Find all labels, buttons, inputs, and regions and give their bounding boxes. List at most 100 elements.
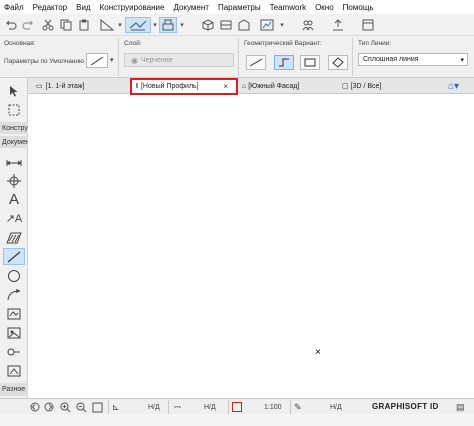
ruler-dropdown-icon[interactable]: ▾: [116, 17, 124, 33]
zoom-out-icon[interactable]: [76, 401, 87, 413]
line-type-dropdown-icon[interactable]: ▾: [460, 56, 464, 64]
fit-window-icon[interactable]: [92, 401, 103, 413]
publish-icon[interactable]: [330, 17, 346, 33]
menu-document[interactable]: Документ: [173, 3, 209, 12]
close-icon[interactable]: ×: [223, 82, 228, 91]
tab-new-profile[interactable]: I [Новый Профиль] ×: [130, 78, 238, 95]
paste-icon[interactable]: [76, 17, 92, 33]
layer-select[interactable]: ◉ Черчение: [124, 53, 234, 67]
redo-icon[interactable]: [20, 17, 36, 33]
divider: [290, 400, 291, 414]
layer-combination-icon[interactable]: [232, 402, 242, 412]
menu-design[interactable]: Конструирование: [100, 3, 165, 12]
fill-icon[interactable]: [3, 229, 25, 246]
elevation-icon[interactable]: [236, 17, 252, 33]
info-box: Основная: Параметры по Умолчанию ▾ Слой:…: [0, 36, 474, 78]
toolbox: Констру Докумен A ↗A Разное: [0, 78, 28, 398]
menu-window[interactable]: Окно: [315, 3, 334, 12]
section-marker-icon[interactable]: [3, 343, 25, 360]
divider: [118, 38, 119, 76]
toolbox-group-more[interactable]: Разное: [0, 383, 28, 396]
teamwork-icon[interactable]: [300, 17, 316, 33]
standard-toolbar: ▾ ▾ ▾ ▾: [0, 14, 474, 36]
geometry-single-line-button[interactable]: [246, 55, 266, 70]
scale-value[interactable]: 1:100: [264, 401, 282, 413]
zoom-next-icon[interactable]: [44, 401, 54, 413]
tab-3d-all[interactable]: ▢ [3D / Все]: [342, 79, 438, 93]
geometry-rectangle-button[interactable]: [300, 55, 320, 70]
navigator-icon[interactable]: ⌂▾: [448, 79, 472, 93]
geometry-label: Геометрический Вариант:: [244, 40, 322, 47]
stack-icon: ⎓: [174, 401, 182, 412]
angle-icon: ⊾: [112, 401, 120, 412]
tab-south-elevation[interactable]: ⌂ [Южный Фасад]: [242, 79, 338, 93]
params-dropdown-icon[interactable]: ▾: [110, 56, 114, 64]
divider: [228, 400, 229, 414]
marquee-icon[interactable]: [3, 101, 25, 118]
status-nd-1[interactable]: Н/Д: [148, 401, 160, 413]
default-params-label[interactable]: Параметры по Умолчанию: [4, 58, 84, 65]
tab-floor-plan-label: [1. 1-й этаж]: [45, 82, 85, 90]
snap-toggle-icon[interactable]: [125, 17, 151, 33]
status-nd-2[interactable]: Н/Д: [204, 401, 216, 413]
elevation-tab-icon: ⌂: [242, 82, 247, 90]
line-icon[interactable]: [3, 248, 25, 265]
menu-help[interactable]: Помощь: [343, 3, 374, 12]
toolbox-group-document[interactable]: Докумен: [0, 136, 28, 148]
line-tool-preview[interactable]: [86, 53, 108, 68]
menu-file[interactable]: Файл: [4, 3, 24, 12]
text-icon[interactable]: A: [3, 191, 25, 208]
copy-icon[interactable]: [58, 17, 74, 33]
status-nd-3[interactable]: Н/Д: [330, 401, 342, 413]
layer-visibility-icon: ◉: [131, 55, 138, 65]
layers-icon[interactable]: [159, 17, 177, 33]
toolbox-group-design[interactable]: Констру: [0, 122, 28, 134]
ruler-icon[interactable]: [98, 17, 116, 33]
account-icon[interactable]: ▤: [456, 401, 465, 413]
arc-icon[interactable]: [3, 267, 25, 284]
divider: [108, 400, 109, 414]
tab-south-elevation-label: [Южный Фасад]: [248, 82, 300, 90]
drawing-canvas[interactable]: ×: [29, 95, 474, 398]
worksheet-icon[interactable]: [3, 362, 25, 379]
layer-label: Слой:: [124, 40, 142, 47]
snap-dropdown-icon[interactable]: ▾: [151, 17, 159, 33]
status-bar: ⊾ Н/Д ⎓ Н/Д 1:100 ✎ Н/Д GRAPHISOFT ID ▤: [0, 398, 474, 414]
menu-teamwork[interactable]: Teamwork: [270, 3, 306, 12]
line-type-value: Сплошная линия: [363, 56, 419, 63]
undo-icon[interactable]: [3, 17, 19, 33]
render-icon[interactable]: [258, 17, 276, 33]
menu-options[interactable]: Параметры: [218, 3, 261, 12]
zoom-prev-icon[interactable]: [30, 401, 40, 413]
divider: [352, 38, 353, 76]
label-icon[interactable]: ↗A: [3, 210, 25, 227]
arrow-icon[interactable]: [3, 82, 25, 99]
profile-icon: I: [136, 83, 138, 90]
layers-dropdown-icon[interactable]: ▾: [178, 17, 186, 33]
cube-view-icon[interactable]: [200, 17, 216, 33]
level-dimension-icon[interactable]: [3, 172, 25, 189]
floor-plan-icon: ▭: [36, 83, 43, 90]
menu-edit[interactable]: Редактор: [33, 3, 67, 12]
render-dropdown-icon[interactable]: ▾: [278, 17, 286, 33]
tab-new-profile-label: [Новый Профиль]: [140, 83, 199, 90]
graphisoft-id[interactable]: GRAPHISOFT ID: [372, 402, 439, 411]
dimension-icon[interactable]: [3, 153, 25, 170]
polyline-icon[interactable]: [3, 286, 25, 303]
section-icon[interactable]: [218, 17, 234, 33]
window-icon[interactable]: [360, 17, 376, 33]
view-tab-bar: ▭ [1. 1-й этаж] I [Новый Профиль] × ⌂ [Ю…: [0, 78, 474, 95]
drawing-icon[interactable]: [3, 305, 25, 322]
zoom-in-icon[interactable]: [60, 401, 71, 413]
cursor-cross-icon: ×: [315, 347, 321, 358]
geometry-chained-button[interactable]: [274, 55, 294, 70]
line-type-select[interactable]: Сплошная линия ▾: [358, 53, 468, 66]
3d-tab-icon: ▢: [342, 83, 349, 90]
divider: [168, 400, 169, 414]
cut-icon[interactable]: [40, 17, 56, 33]
window-bottom-edge: [0, 414, 474, 426]
geometry-rotated-rectangle-button[interactable]: [328, 55, 348, 70]
figure-icon[interactable]: [3, 324, 25, 341]
tab-floor-plan[interactable]: ▭ [1. 1-й этаж]: [34, 79, 126, 93]
menu-view[interactable]: Вид: [76, 3, 90, 12]
